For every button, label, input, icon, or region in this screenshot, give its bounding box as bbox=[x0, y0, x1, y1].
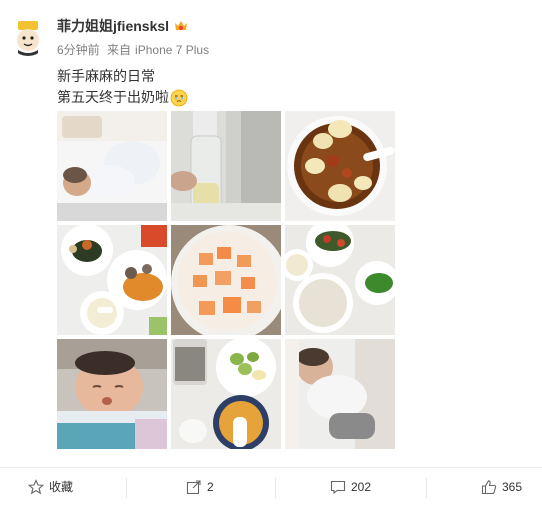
post-time[interactable]: 6分钟前 bbox=[57, 43, 100, 57]
comment-icon bbox=[330, 480, 346, 494]
comment-button[interactable]: 202 bbox=[330, 468, 371, 505]
star-icon bbox=[28, 478, 44, 494]
post-meta: 6分钟前 来自 iPhone 7 Plus bbox=[57, 41, 213, 58]
papaya-milk-photo-icon bbox=[171, 225, 281, 335]
like-count: 365 bbox=[502, 479, 523, 494]
post-source[interactable]: iPhone 7 Plus bbox=[135, 43, 209, 57]
post-text-line-2: 第五天终于出奶啦 bbox=[57, 87, 188, 108]
username[interactable]: 菲力姐姐jfiensksl bbox=[57, 16, 189, 36]
weibo-post: 菲力姐姐jfiensksl 6分钟前 来自 iPhone 7 Plus 新手麻麻的… bbox=[0, 0, 542, 505]
photo-4[interactable] bbox=[57, 225, 167, 335]
milk-bottle-photo-icon bbox=[171, 111, 281, 221]
photo-3[interactable] bbox=[285, 111, 395, 221]
photo-grid bbox=[57, 111, 395, 449]
divider bbox=[426, 478, 427, 498]
post-actions-bar: 收藏 2 202 365 bbox=[0, 467, 542, 505]
baby-in-bed-photo-icon bbox=[57, 111, 167, 221]
post-text: 新手麻麻的日常 第五天终于出奶啦 bbox=[57, 66, 188, 108]
porridge-meal-photo-icon bbox=[285, 225, 395, 335]
repost-button[interactable]: 2 bbox=[186, 468, 214, 505]
source-prefix: 来自 bbox=[107, 43, 132, 57]
divider bbox=[126, 478, 127, 498]
crying-emoji-icon bbox=[170, 89, 188, 107]
username-text[interactable]: 菲力姐姐jfiensksl bbox=[57, 16, 169, 36]
post-text-line-2-text: 第五天终于出奶啦 bbox=[57, 89, 169, 105]
fruit-porridge-photo-icon bbox=[171, 339, 281, 449]
photo-1[interactable] bbox=[57, 111, 167, 221]
like-button[interactable]: 365 bbox=[481, 468, 522, 505]
favorite-label: 收藏 bbox=[49, 480, 74, 494]
user-avatar[interactable] bbox=[8, 16, 48, 56]
photo-2[interactable] bbox=[171, 111, 281, 221]
divider bbox=[275, 478, 276, 498]
photo-9[interactable] bbox=[285, 339, 395, 449]
post-text-line-1: 新手麻麻的日常 bbox=[57, 68, 155, 84]
soup-bowl-photo-icon bbox=[285, 111, 395, 221]
photo-6[interactable] bbox=[285, 225, 395, 335]
meal-plates-photo-icon bbox=[57, 225, 167, 335]
member-crown-icon[interactable] bbox=[173, 18, 189, 34]
baby-in-crib-photo-icon bbox=[285, 339, 395, 449]
favorite-button[interactable]: 收藏 bbox=[28, 468, 73, 505]
photo-5[interactable] bbox=[171, 225, 281, 335]
sleeping-baby-photo-icon bbox=[57, 339, 167, 449]
thumbs-up-icon bbox=[481, 479, 497, 494]
photo-7[interactable] bbox=[57, 339, 167, 449]
comment-count: 202 bbox=[351, 479, 372, 494]
repost-count: 2 bbox=[207, 479, 214, 494]
photo-8[interactable] bbox=[171, 339, 281, 449]
repost-icon bbox=[186, 479, 201, 494]
